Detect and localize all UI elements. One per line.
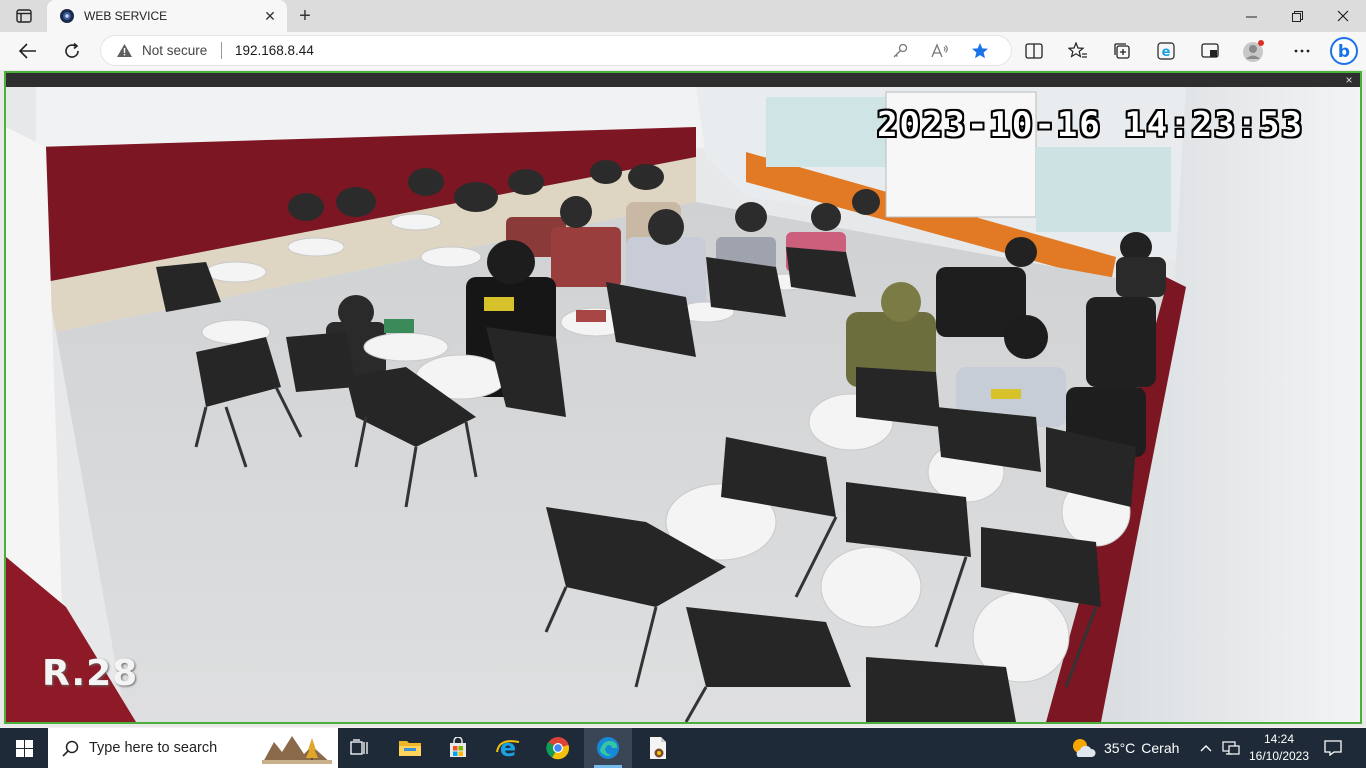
edge-icon[interactable] bbox=[584, 728, 632, 768]
ie-mode-icon[interactable]: e bbox=[1150, 35, 1182, 67]
url-text[interactable]: 192.168.8.44 bbox=[235, 43, 314, 58]
profile-icon[interactable] bbox=[1238, 35, 1270, 67]
viewer-close-button[interactable]: × bbox=[1342, 73, 1356, 87]
file-explorer-icon[interactable] bbox=[386, 728, 434, 768]
browser-navbar: Not secure 192.168.8.44 e b bbox=[0, 32, 1366, 70]
split-screen-icon[interactable] bbox=[1018, 35, 1050, 67]
network-icon[interactable] bbox=[1220, 728, 1242, 768]
camera-feed: 2023-10-16 14:23:53 R.28 bbox=[6, 87, 1360, 722]
svg-text:e: e bbox=[1162, 45, 1171, 60]
start-button[interactable] bbox=[0, 728, 48, 768]
windows-taskbar: Type here to search e 35°C Cerah 14:24 1… bbox=[0, 728, 1366, 768]
tab-actions-icon[interactable] bbox=[10, 6, 38, 26]
new-tab-button[interactable]: + bbox=[292, 4, 318, 28]
camera-timestamp: 2023-10-16 14:23:53 bbox=[877, 105, 1304, 145]
back-button[interactable] bbox=[12, 35, 44, 67]
collections-icon[interactable] bbox=[1106, 35, 1138, 67]
refresh-icon bbox=[65, 42, 79, 58]
restore-button[interactable] bbox=[1274, 0, 1320, 32]
svg-text:b: b bbox=[1338, 42, 1350, 62]
performance-icon[interactable] bbox=[1194, 35, 1226, 67]
key-icon[interactable] bbox=[890, 41, 910, 61]
address-bar[interactable]: Not secure 192.168.8.44 bbox=[100, 35, 1012, 66]
read-aloud-icon[interactable] bbox=[930, 41, 950, 61]
camera-room-label: R.28 bbox=[42, 653, 139, 694]
browser-tab[interactable]: WEB SERVICE ✕ bbox=[47, 0, 287, 32]
refresh-button[interactable] bbox=[56, 35, 88, 67]
favorite-star-icon[interactable] bbox=[970, 41, 990, 61]
search-placeholder: Type here to search bbox=[89, 740, 218, 756]
tab-close-button[interactable]: ✕ bbox=[259, 5, 281, 27]
security-status[interactable]: Not secure bbox=[142, 43, 207, 58]
svg-text:e: e bbox=[500, 736, 516, 760]
chrome-icon[interactable] bbox=[534, 728, 582, 768]
globe-favicon-icon bbox=[60, 9, 74, 23]
favorites-icon[interactable] bbox=[1062, 35, 1094, 67]
store-icon[interactable] bbox=[434, 728, 482, 768]
weather-condition: Cerah bbox=[1141, 740, 1180, 756]
task-view-icon[interactable] bbox=[336, 728, 384, 768]
notification-center-icon[interactable] bbox=[1318, 728, 1348, 768]
show-hidden-icons-chevron-icon[interactable] bbox=[1196, 728, 1216, 768]
search-highlight-illustration-icon bbox=[262, 736, 332, 764]
bing-chat-icon[interactable]: b bbox=[1328, 35, 1360, 67]
search-icon bbox=[62, 740, 79, 757]
camera-viewer-icon[interactable] bbox=[634, 728, 682, 768]
page-content: × 2023-10-16 14:23:53 R.28 bbox=[0, 70, 1366, 727]
close-window-button[interactable] bbox=[1320, 0, 1366, 32]
taskbar-search[interactable]: Type here to search bbox=[48, 728, 338, 768]
address-separator bbox=[221, 42, 222, 59]
partly-sunny-icon bbox=[1073, 739, 1096, 757]
clock-date: 16/10/2023 bbox=[1248, 749, 1310, 763]
clock-time: 14:24 bbox=[1263, 732, 1295, 746]
windows-logo-icon bbox=[15, 739, 33, 757]
weather-widget[interactable]: 35°C Cerah bbox=[1070, 728, 1179, 768]
warning-icon bbox=[117, 44, 132, 57]
more-icon[interactable] bbox=[1286, 35, 1318, 67]
minimize-button[interactable] bbox=[1228, 0, 1274, 32]
camera-viewer[interactable]: × 2023-10-16 14:23:53 R.28 bbox=[4, 71, 1362, 724]
back-icon bbox=[19, 43, 36, 59]
tab-title: WEB SERVICE bbox=[84, 9, 168, 23]
internet-explorer-icon[interactable]: e bbox=[484, 728, 532, 768]
system-clock[interactable]: 14:24 16/10/2023 bbox=[1244, 731, 1314, 765]
browser-titlebar: WEB SERVICE ✕ + bbox=[0, 0, 1366, 32]
weather-temp: 35°C bbox=[1104, 740, 1136, 756]
viewer-header: × bbox=[6, 73, 1360, 87]
classroom-scene bbox=[6, 87, 1360, 722]
